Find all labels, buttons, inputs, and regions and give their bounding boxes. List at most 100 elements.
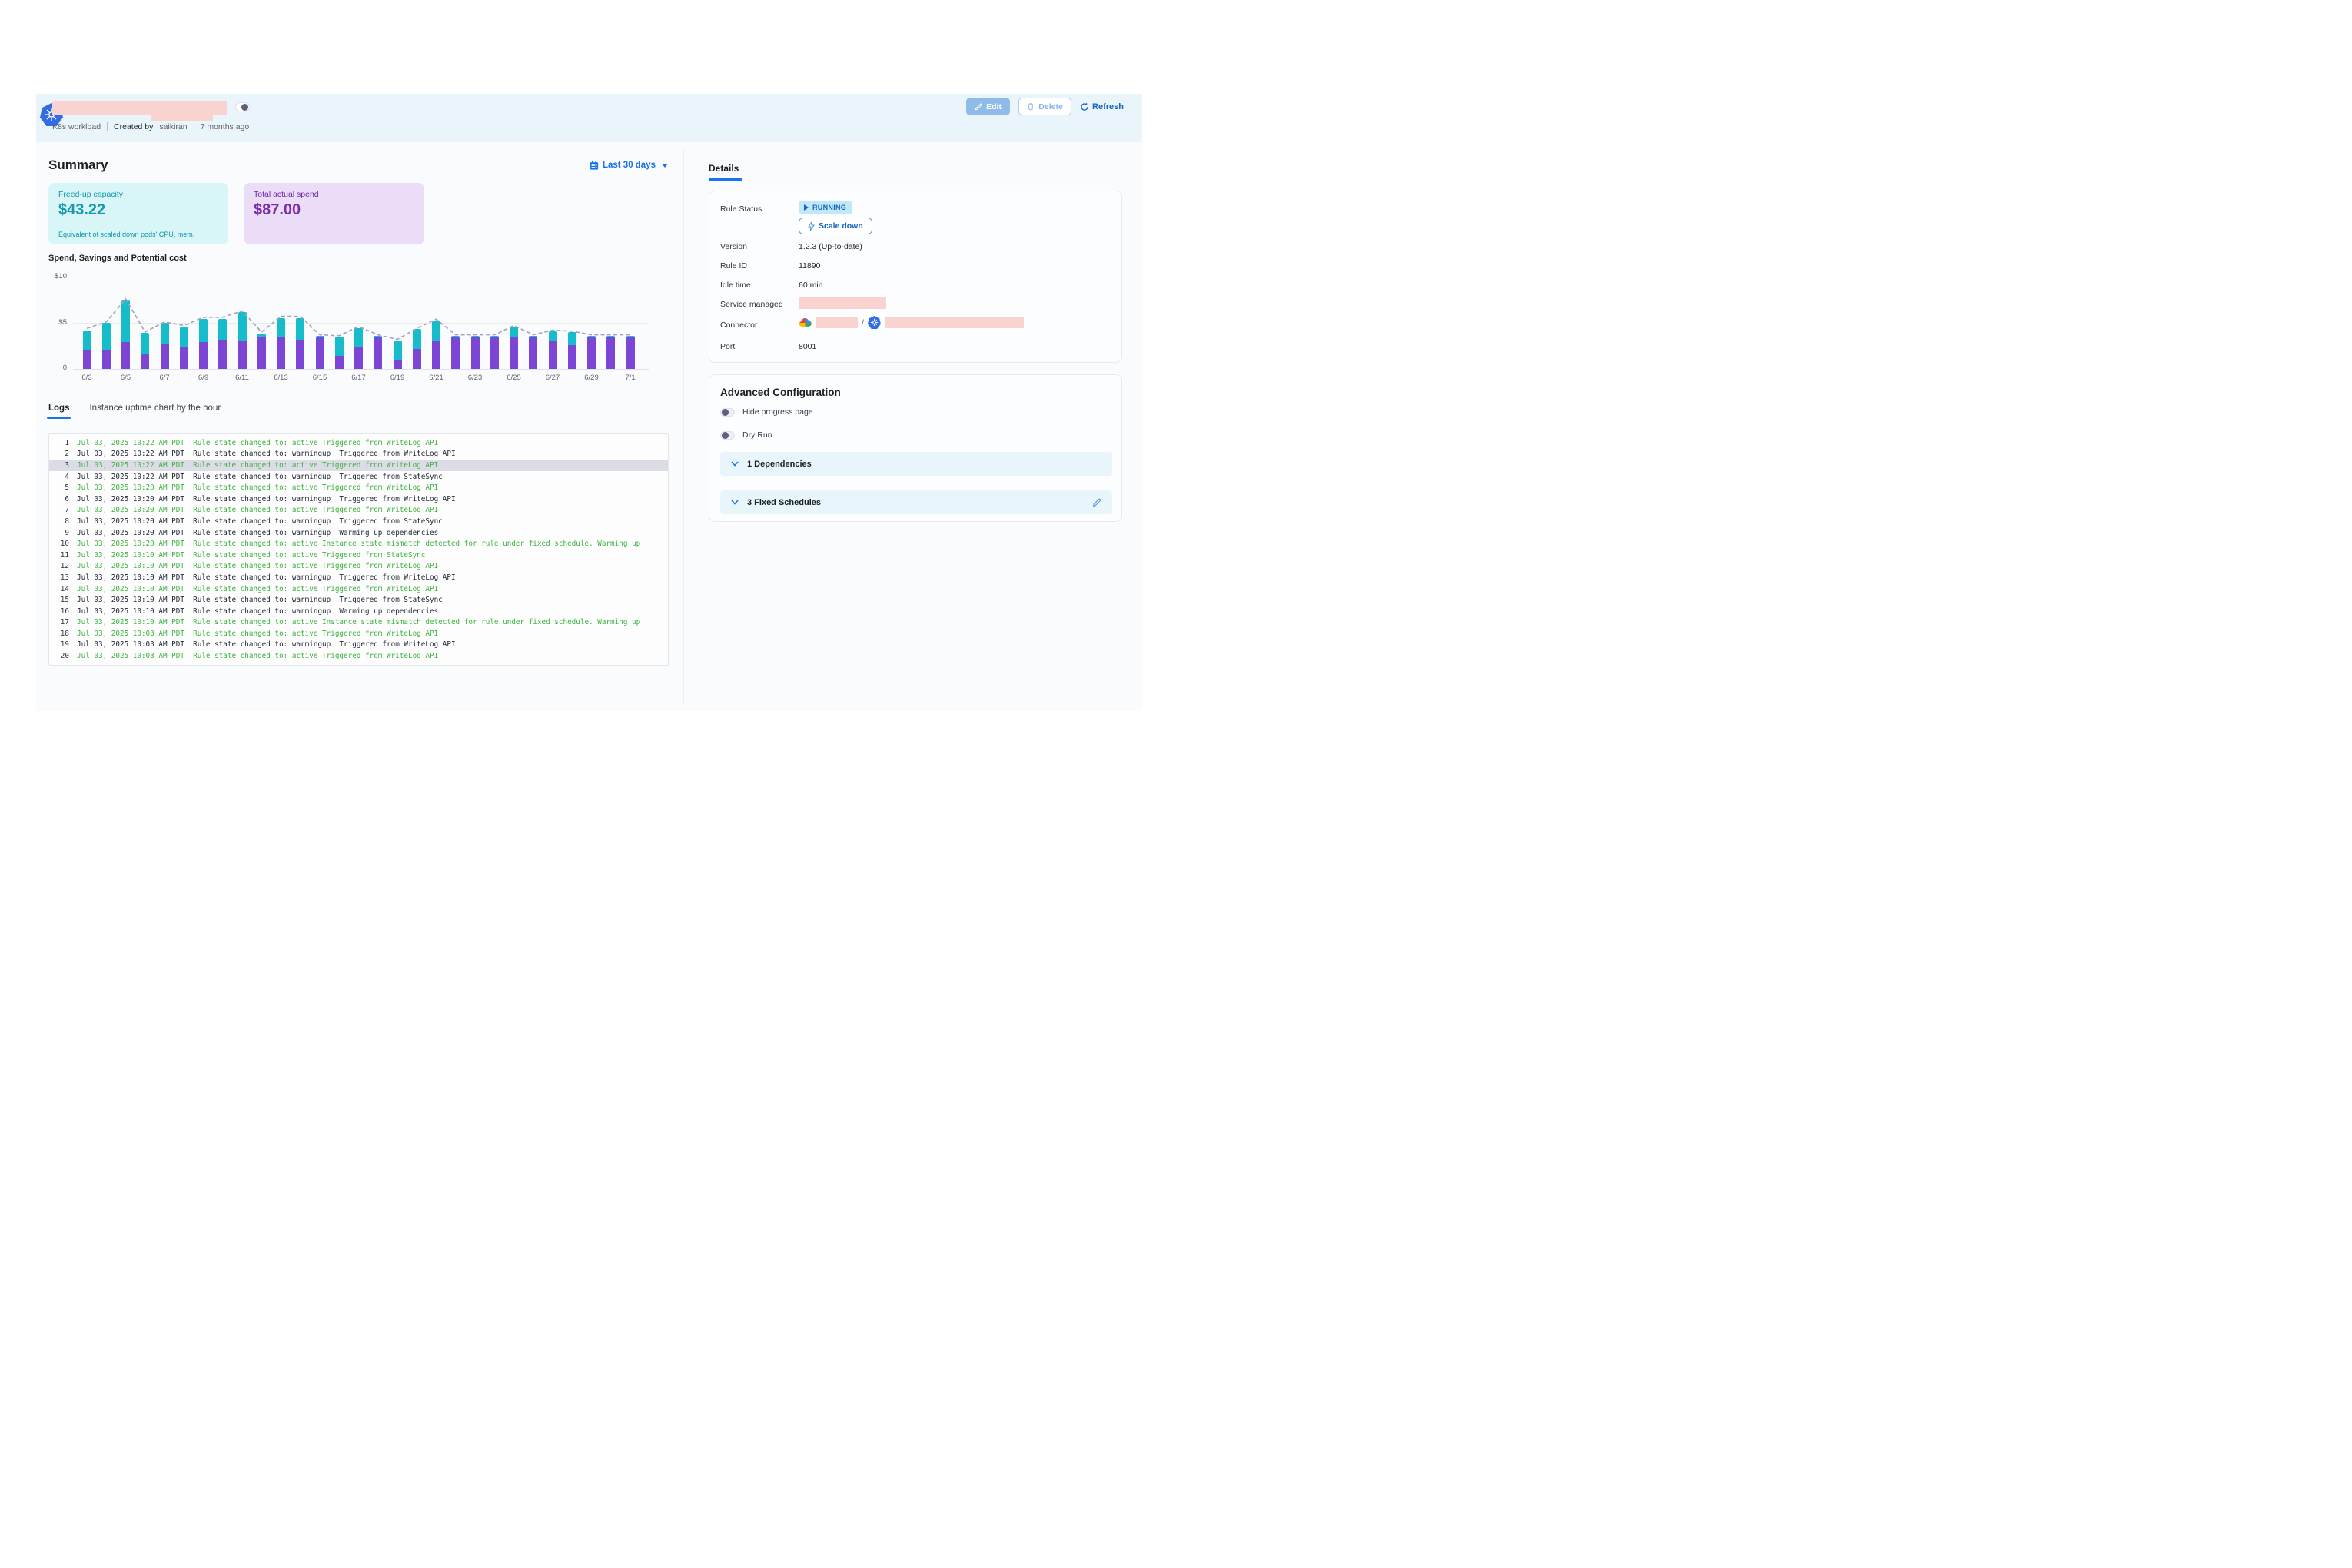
chevron-down-icon <box>731 461 739 467</box>
ytick-0: 0 <box>41 364 67 372</box>
edit-button[interactable]: Edit <box>966 98 1010 115</box>
workload-toggle[interactable] <box>235 102 250 111</box>
log-row[interactable]: 7Jul 03, 2025 10:20 AM PDT Rule state ch… <box>49 505 668 517</box>
fixed-schedules-label: 3 Fixed Schedules <box>747 498 821 507</box>
log-row[interactable]: 16Jul 03, 2025 10:10 AM PDT Rule state c… <box>49 606 668 617</box>
log-row[interactable]: 15 Jul 03, 2025 10:10 AM PDT Rule state c… <box>49 594 668 606</box>
logs-panel[interactable]: 1 Jul 03, 2025 10:22 AM PDT Rule state ch… <box>48 433 669 666</box>
log-line-number: 3 <box>49 461 69 470</box>
log-message: Jul 03, 2025 10:22 AM PDT Rule state cha… <box>77 473 443 481</box>
xtick: 6/27 <box>537 374 568 382</box>
date-range-label: Last 30 days <box>603 161 656 170</box>
log-row[interactable]: 19Jul 03, 2025 10:03 AM PDT Rule state c… <box>49 639 668 651</box>
rule-id-label: Rule ID <box>720 261 747 271</box>
version-label: Version <box>720 242 747 251</box>
log-message: Jul 03, 2025 10:20 AM PDT Rule state cha… <box>77 506 438 514</box>
details-card: Rule Status RUNNING Scale down Version 1… <box>709 191 1122 363</box>
log-message: Jul 03, 2025 10:22 AM PDT Rule state cha… <box>77 439 438 447</box>
gcp-icon <box>799 317 812 328</box>
log-message: Jul 03, 2025 10:03 AM PDT Rule state cha… <box>77 630 438 638</box>
log-row[interactable]: 4Jul 03, 2025 10:22 AM PDT Rule state ch… <box>49 471 668 483</box>
freed-capacity-label: Freed-up capacity <box>58 190 123 199</box>
log-line-number: 19 <box>49 640 69 649</box>
log-line-number: 14 <box>49 585 69 593</box>
tab-uptime-chart[interactable]: Instance uptime chart by the hour <box>89 404 221 413</box>
log-row[interactable]: 5Jul 03, 2025 10:20 AM PDT Rule state ch… <box>49 482 668 493</box>
log-line-number: 17 <box>49 618 69 626</box>
dry-run-label: Dry Run <box>742 430 772 440</box>
log-row[interactable]: 10 Jul 03, 2025 10:20 AM PDT Rule state c… <box>49 538 668 550</box>
scale-down-label: Scale down <box>819 221 863 231</box>
port-value: 8001 <box>799 342 816 351</box>
log-row[interactable]: 1 Jul 03, 2025 10:22 AM PDT Rule state ch… <box>49 437 668 449</box>
created-by-user[interactable]: saikiran <box>159 122 187 131</box>
delete-button[interactable]: Delete <box>1018 98 1071 115</box>
xtick: 6/19 <box>382 374 413 382</box>
log-line-number: 16 <box>49 607 69 616</box>
total-spend-label: Total actual spend <box>254 190 319 199</box>
xtick: 6/7 <box>149 374 180 382</box>
hide-progress-toggle[interactable] <box>720 408 735 417</box>
divider <box>107 122 108 131</box>
tab-details[interactable]: Details <box>709 163 739 174</box>
log-message: Jul 03, 2025 10:10 AM PDT Rule state cha… <box>77 596 443 604</box>
log-row[interactable]: 14Jul 03, 2025 10:10 AM PDT Rule state c… <box>49 583 668 595</box>
calendar-icon <box>590 161 599 170</box>
kubernetes-icon <box>868 316 881 329</box>
status-badge: RUNNING <box>799 201 852 214</box>
toggle-knob <box>722 432 729 439</box>
xtick: 6/23 <box>460 374 490 382</box>
log-row[interactable]: 20 Jul 03, 2025 10:03 AM PDT Rule state c… <box>49 650 668 662</box>
log-line-number: 10 <box>49 540 69 548</box>
log-line-number: 15 <box>49 596 69 604</box>
log-line-number: 1 <box>49 439 69 447</box>
xtick: 6/21 <box>421 374 452 382</box>
tab-logs[interactable]: Logs <box>48 404 69 413</box>
xtick: 6/9 <box>188 374 219 382</box>
scale-down-button[interactable]: Scale down <box>799 218 872 234</box>
log-message: Jul 03, 2025 10:20 AM PDT Rule state cha… <box>77 517 443 526</box>
connector-cluster-redacted <box>885 317 1024 328</box>
ytick-10: $10 <box>41 272 67 281</box>
log-row[interactable]: 11Jul 03, 2025 10:10 AM PDT Rule state c… <box>49 550 668 561</box>
log-row[interactable]: 8 Jul 03, 2025 10:20 AM PDT Rule state ch… <box>49 516 668 527</box>
edit-label: Edit <box>986 102 1002 111</box>
log-message: Jul 03, 2025 10:10 AM PDT Rule state cha… <box>77 618 640 626</box>
created-by-label: Created by <box>114 122 153 131</box>
log-message: Jul 03, 2025 10:03 AM PDT Rule state cha… <box>77 652 438 660</box>
log-message: Jul 03, 2025 10:20 AM PDT Rule state cha… <box>77 540 640 548</box>
dry-run-toggle[interactable] <box>720 431 735 440</box>
log-line-number: 8 <box>49 517 69 526</box>
fixed-schedules-panel[interactable]: 3 Fixed Schedules <box>720 490 1112 514</box>
log-row[interactable]: 9Jul 03, 2025 10:20 AM PDT Rule state ch… <box>49 527 668 539</box>
log-row[interactable]: 6Jul 03, 2025 10:20 AM PDT Rule state ch… <box>49 493 668 505</box>
xtick: 6/11 <box>227 374 257 382</box>
chevron-down-icon <box>731 500 739 505</box>
log-message: Jul 03, 2025 10:10 AM PDT Rule state cha… <box>77 573 456 582</box>
log-row[interactable]: 18Jul 03, 2025 10:03 AM PDT Rule state c… <box>49 628 668 639</box>
log-message: Jul 03, 2025 10:20 AM PDT Rule state cha… <box>77 529 438 537</box>
chart-title: Spend, Savings and Potential cost <box>48 254 187 263</box>
refresh-button[interactable]: Refresh <box>1080 102 1124 111</box>
workload-title-redacted-notch <box>151 115 213 121</box>
schedule-edit-icon[interactable] <box>1092 498 1101 507</box>
log-row[interactable]: 12Jul 03, 2025 10:10 AM PDT Rule state c… <box>49 561 668 573</box>
left-tabs: Logs Instance uptime chart by the hour <box>48 404 221 413</box>
log-row[interactable]: 3Jul 03, 2025 10:22 AM PDT Rule state ch… <box>49 460 668 471</box>
workload-title-redacted <box>52 101 227 115</box>
date-range-selector[interactable]: Last 30 days <box>566 161 668 170</box>
idle-time-label: Idle time <box>720 281 751 290</box>
caret-down-icon <box>662 164 668 168</box>
log-row[interactable]: 13Jul 03, 2025 10:10 AM PDT Rule state c… <box>49 572 668 583</box>
log-line-number: 11 <box>49 551 69 560</box>
dependencies-panel[interactable]: 1 Dependencies <box>720 452 1112 476</box>
log-row[interactable]: 2Jul 03, 2025 10:22 AM PDT Rule state ch… <box>49 449 668 460</box>
xtick: 6/13 <box>266 374 297 382</box>
column-divider <box>683 149 684 704</box>
hide-progress-label: Hide progress page <box>742 407 813 417</box>
toggle-knob <box>241 104 248 111</box>
log-line-number: 20 <box>49 652 69 660</box>
xtick: 6/17 <box>344 374 374 382</box>
rule-status-label: Rule Status <box>720 204 762 214</box>
log-row[interactable]: 17 Jul 03, 2025 10:10 AM PDT Rule state c… <box>49 617 668 629</box>
